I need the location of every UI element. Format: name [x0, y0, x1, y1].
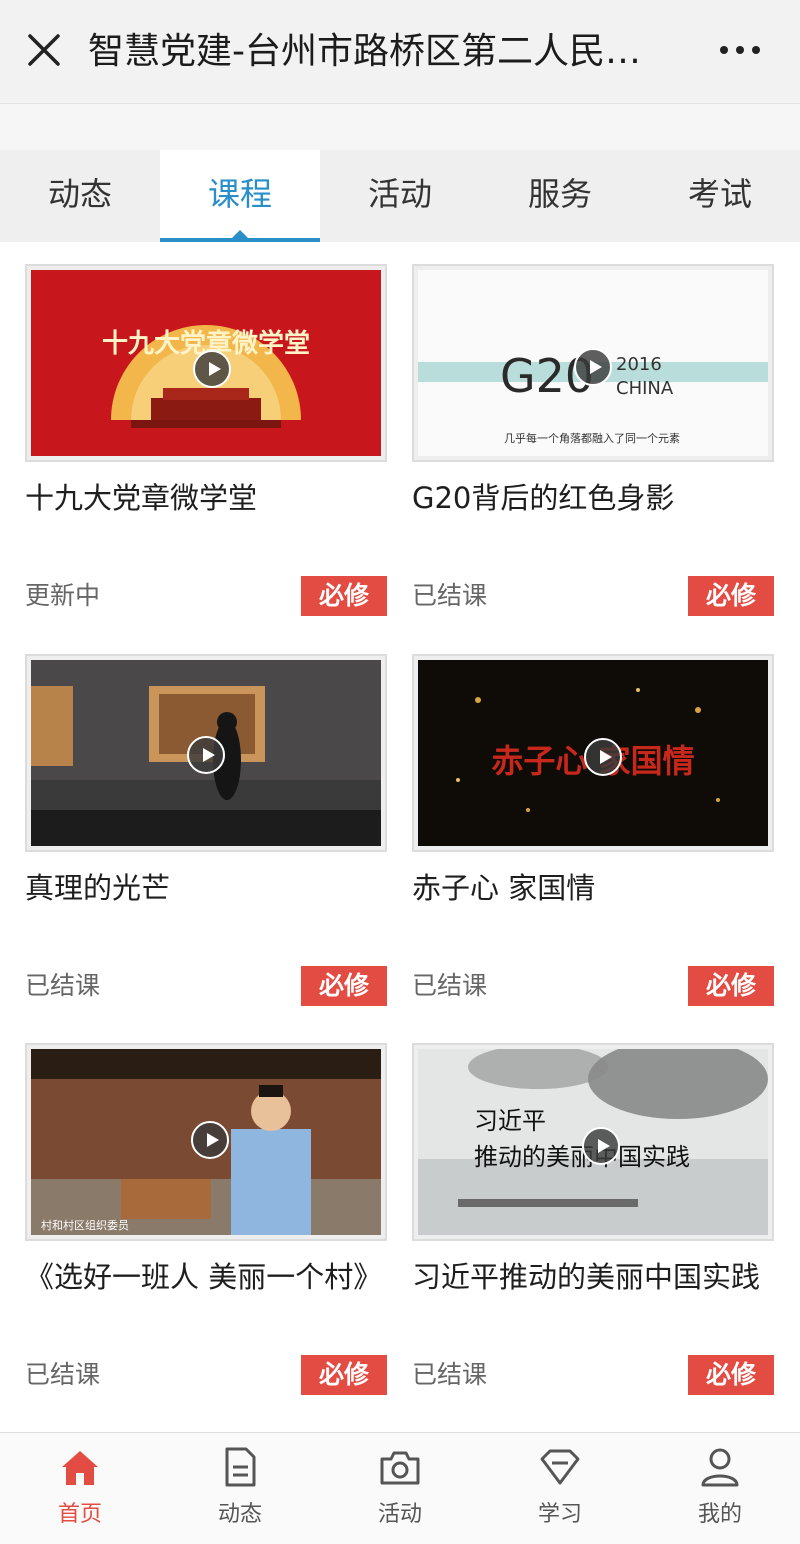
- tab-label: 课程: [207, 175, 272, 213]
- thumb-title-line1: 习近平: [474, 1107, 546, 1135]
- camera-icon: [380, 1451, 420, 1485]
- tab-dongtai[interactable]: 动态: [0, 150, 160, 242]
- diamond-icon: [540, 1449, 580, 1485]
- play-icon: [584, 738, 622, 776]
- tab-label: 动态: [47, 175, 112, 213]
- active-tab-caret: [230, 230, 250, 240]
- course-card[interactable]: G20 2016 CHINA 几乎每一个角落都融入了同一个元素 G20背后的红色…: [412, 264, 774, 624]
- play-icon: [193, 350, 231, 388]
- course-thumbnail: G20 2016 CHINA 几乎每一个角落都融入了同一个元素: [412, 264, 774, 462]
- course-status: 已结课: [412, 581, 488, 610]
- course-title: G20背后的红色身影: [412, 481, 675, 515]
- close-button[interactable]: [22, 28, 66, 72]
- nav-item-home[interactable]: 首页: [0, 1433, 160, 1544]
- tab-label: 考试: [687, 175, 752, 213]
- required-badge: 必修: [301, 966, 387, 1006]
- play-icon: [574, 348, 612, 386]
- course-card[interactable]: 真理的光芒 已结课 必修: [25, 654, 387, 1014]
- more-options-button[interactable]: [710, 28, 770, 72]
- course-status: 已结课: [412, 1360, 488, 1389]
- nav-label: 首页: [57, 1502, 102, 1527]
- course-thumbnail: 十九大党章微学堂: [25, 264, 387, 462]
- nav-label: 动态: [217, 1502, 262, 1527]
- nav-item-huodong[interactable]: 活动: [320, 1433, 480, 1544]
- tab-huodong[interactable]: 活动: [320, 150, 480, 242]
- tab-fuwu[interactable]: 服务: [480, 150, 640, 242]
- play-icon: [191, 1121, 229, 1159]
- course-status: 已结课: [412, 971, 488, 1000]
- course-title: 习近平推动的美丽中国实践: [412, 1260, 761, 1294]
- nav-item-xuexi[interactable]: 学习: [480, 1433, 640, 1544]
- nav-label: 我的: [697, 1502, 742, 1527]
- course-thumbnail: [25, 654, 387, 852]
- tab-kecheng[interactable]: 课程: [160, 150, 320, 242]
- user-icon: [701, 1448, 739, 1487]
- thumb-china-text: CHINA: [616, 378, 674, 399]
- course-status: 更新中: [25, 581, 101, 610]
- course-title: 真理的光芒: [25, 871, 171, 905]
- nav-label: 学习: [537, 1502, 582, 1527]
- nav-item-wode[interactable]: 我的: [640, 1433, 800, 1544]
- tab-label: 活动: [367, 175, 432, 213]
- thumb-caption: 几乎每一个角落都融入了同一个元素: [504, 431, 680, 445]
- required-badge: 必修: [301, 576, 387, 616]
- course-status: 已结课: [25, 971, 101, 1000]
- bottom-nav: 首页 动态 活动 学习 我的: [0, 1432, 800, 1544]
- close-icon: [28, 34, 60, 66]
- nav-item-dongtai[interactable]: 动态: [160, 1433, 320, 1544]
- required-badge: 必修: [688, 576, 774, 616]
- course-card[interactable]: 赤子心 家国情 赤子心 家国情 已结课 必修: [412, 654, 774, 1014]
- required-badge: 必修: [688, 966, 774, 1006]
- course-card[interactable]: 习近平 推动的美丽中国实践 习近平推动的美丽中国实践 已结课 必修: [412, 1043, 774, 1403]
- course-status: 已结课: [25, 1360, 101, 1389]
- course-thumbnail: 习近平 推动的美丽中国实践: [412, 1043, 774, 1241]
- play-icon: [187, 736, 225, 774]
- course-title: 赤子心 家国情: [412, 871, 596, 905]
- thumb-year-text: 2016: [616, 354, 662, 375]
- course-card[interactable]: 十九大党章微学堂 十九大党章微学堂 更新中 必修: [25, 264, 387, 624]
- page-title: 智慧党建-台州市路桥区第二人民…: [88, 31, 641, 72]
- document-icon: [225, 1447, 256, 1487]
- course-thumbnail: 村和村区组织委员: [25, 1043, 387, 1241]
- course-title: 十九大党章微学堂: [25, 481, 258, 515]
- title-bar: 智慧党建-台州市路桥区第二人民…: [0, 0, 800, 104]
- tab-bar: 动态 课程 活动 服务 考试: [0, 150, 800, 242]
- course-title: 《选好一班人 美丽一个村》: [25, 1260, 383, 1294]
- nav-label: 活动: [377, 1502, 422, 1527]
- home-icon: [62, 1451, 98, 1485]
- tab-label: 服务: [527, 175, 592, 213]
- required-badge: 必修: [301, 1355, 387, 1395]
- tab-kaoshi[interactable]: 考试: [640, 150, 800, 242]
- required-badge: 必修: [688, 1355, 774, 1395]
- more-dots-icon: [720, 46, 760, 54]
- course-thumbnail: 赤子心 家国情: [412, 654, 774, 852]
- play-icon: [582, 1127, 620, 1165]
- course-card[interactable]: 村和村区组织委员 《选好一班人 美丽一个村》 已结课 必修: [25, 1043, 387, 1403]
- thumb-caption: 村和村区组织委员: [41, 1218, 129, 1232]
- header-gap: [0, 104, 800, 150]
